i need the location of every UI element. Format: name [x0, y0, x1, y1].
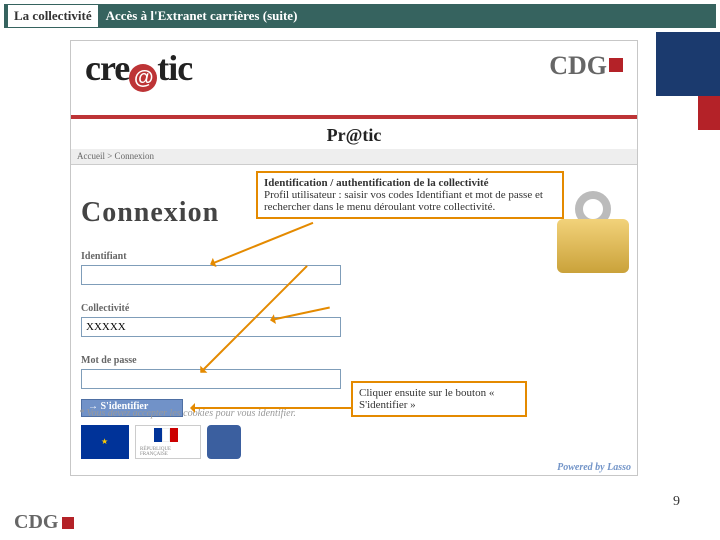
callout-sidentifier: Cliquer ensuite sur le bouton « S'identi… — [351, 381, 527, 417]
footer-red-square-icon — [62, 517, 74, 529]
at-icon: @ — [129, 64, 157, 92]
brand-wordmark: cre@tic — [85, 47, 345, 89]
footer-cdg-text: CDG — [14, 511, 58, 534]
header-title: Accès à l'Extranet carrières (suite) — [106, 8, 298, 24]
header-tag: La collectivité — [8, 5, 98, 27]
fr-gov-logo: RÉPUBLIQUE FRANÇAISE — [135, 425, 201, 459]
arrow-icon — [191, 407, 351, 409]
breadcrumb-bar: Accueil > Connexion — [71, 149, 637, 165]
section-title-connexion: Connexion — [81, 197, 219, 229]
corner-block-red — [698, 96, 720, 130]
callout-title: Identification / authentification de la … — [264, 177, 489, 189]
app-title: Pr@tic — [71, 125, 637, 146]
cdg-square-icon — [609, 58, 623, 72]
footer-logos: RÉPUBLIQUE FRANÇAISE — [81, 425, 241, 459]
page-number: 9 — [673, 494, 680, 510]
eu-flag-icon — [81, 425, 129, 459]
input-motdepasse[interactable] — [81, 369, 341, 389]
lock-icon — [557, 191, 629, 273]
field-collectivite: Collectivité — [81, 303, 341, 337]
corner-block-blue — [656, 32, 720, 96]
brand-part-a: cre — [85, 48, 129, 88]
cdg-text: CDG — [549, 51, 607, 80]
powered-by: Powered by Lasso — [557, 462, 631, 473]
screenshot-panel: cre@tic CDG Pr@tic Accueil > Connexion C… — [70, 40, 638, 476]
breadcrumb: Accueil > Connexion — [71, 149, 637, 163]
brand-logo: cre@tic — [85, 47, 345, 107]
brand-part-b: tic — [157, 48, 192, 88]
callout-body: Profil utilisateur : saisir vos codes Id… — [264, 189, 543, 213]
page-header: La collectivité Accès à l'Extranet carri… — [4, 4, 716, 28]
cdg-logo: CDG — [505, 51, 625, 91]
footer-cdg-logo: CDG — [14, 511, 74, 534]
input-collectivite[interactable] — [81, 317, 341, 337]
shield-icon — [207, 425, 241, 459]
divider-red — [71, 115, 637, 119]
fr-sub: RÉPUBLIQUE FRANÇAISE — [140, 447, 200, 457]
callout-identification: Identification / authentification de la … — [256, 171, 564, 219]
